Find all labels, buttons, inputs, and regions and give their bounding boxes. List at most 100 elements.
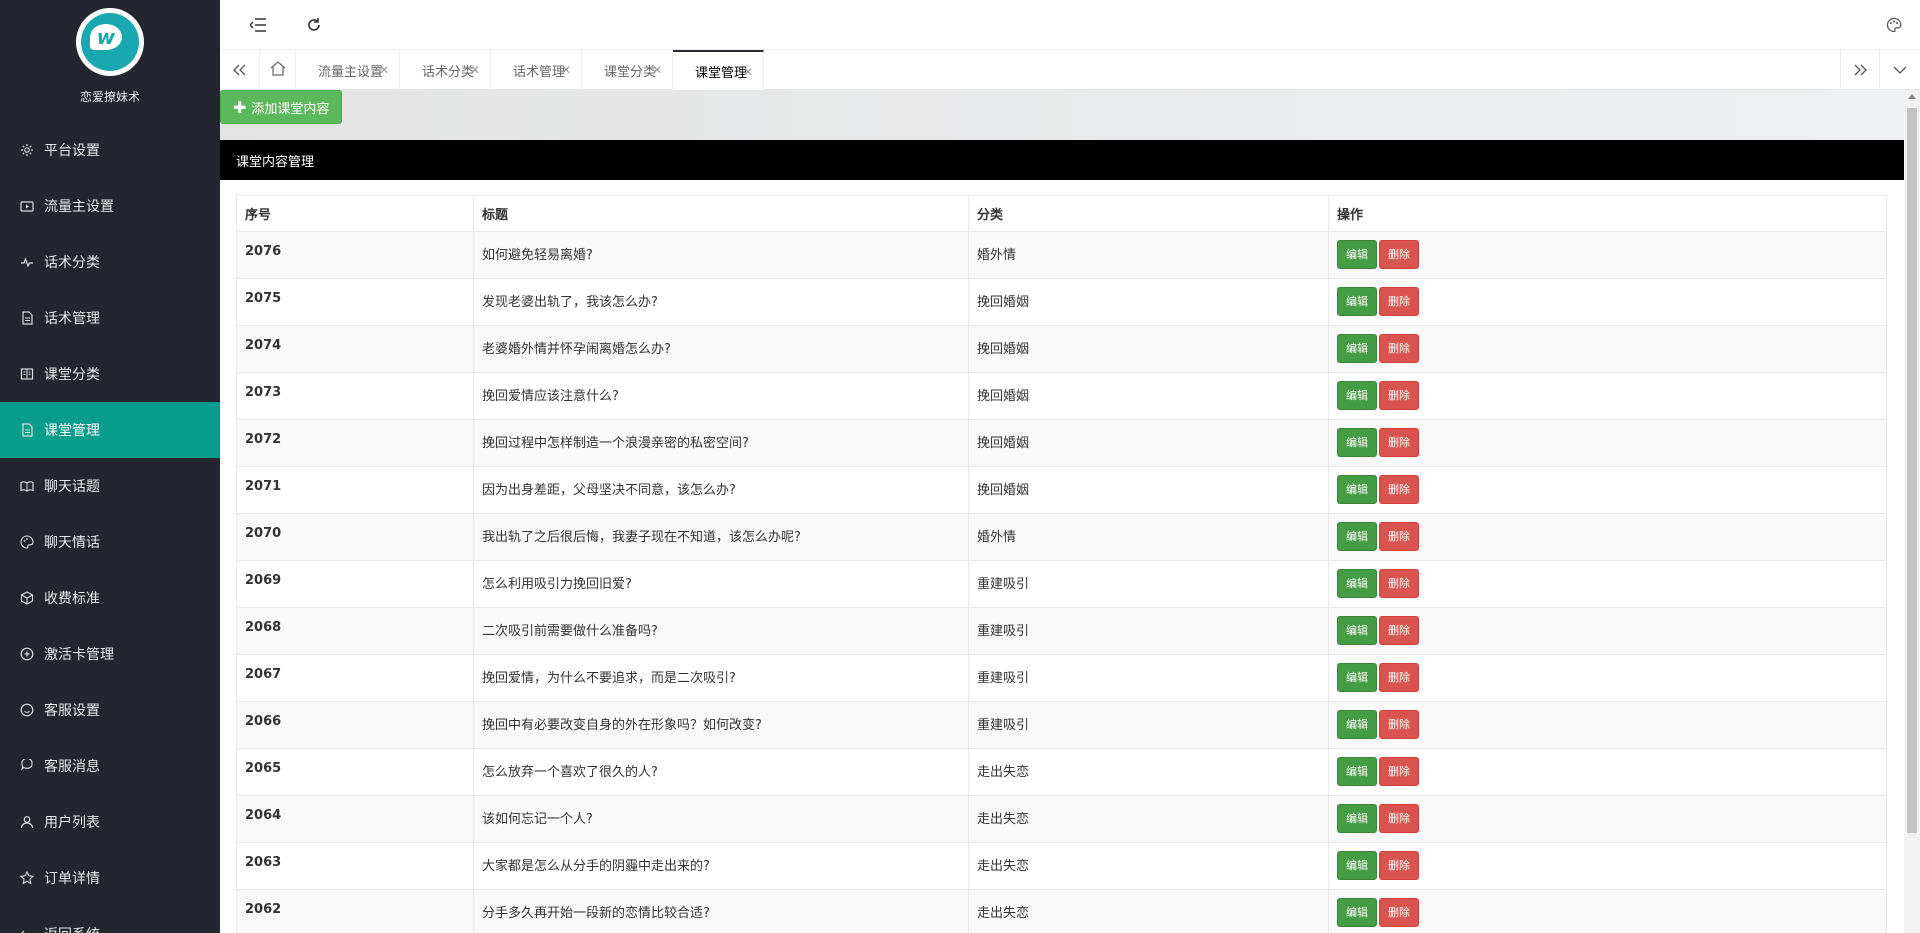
cell-actions: 编辑 删除 <box>1328 466 1887 514</box>
table-row: 2070 我出轨了之后很后悔，我妻子现在不知道，该怎么办呢? 婚外情 编辑 删除 <box>236 513 1887 561</box>
delete-button[interactable]: 删除 <box>1379 569 1419 598</box>
delete-button[interactable]: 删除 <box>1379 663 1419 692</box>
cell-actions: 编辑 删除 <box>1328 325 1887 373</box>
tab-label: 话术分类 <box>422 64 475 80</box>
sidebar-item-label: 聊天话题 <box>44 479 100 495</box>
delete-button[interactable]: 删除 <box>1379 287 1419 316</box>
cell-title: 挽回爱情应该注意什么? <box>473 372 969 420</box>
sidebar-item-label: 话术管理 <box>44 311 100 327</box>
cell-title: 发现老婆出轨了，我该怎么办? <box>473 278 969 326</box>
edit-button[interactable]: 编辑 <box>1337 569 1377 598</box>
delete-button[interactable]: 删除 <box>1379 757 1419 786</box>
document-icon <box>20 311 34 325</box>
chat-icon <box>20 759 34 773</box>
tab-scroll-left-icon[interactable] <box>220 50 260 90</box>
cell-title: 挽回中有必要改变自身的外在形象吗？如何改变? <box>473 701 969 749</box>
delete-button[interactable]: 删除 <box>1379 851 1419 880</box>
table-row: 2062 分手多久再开始一段新的恋情比较合适? 走出失恋 编辑 删除 <box>236 889 1887 933</box>
sidebar-item-7[interactable]: 聊天情话 <box>0 514 220 570</box>
close-icon[interactable]: ✕ <box>652 63 662 77</box>
close-icon[interactable]: ✕ <box>561 63 571 77</box>
edit-button[interactable]: 编辑 <box>1337 710 1377 739</box>
sidebar-item-11[interactable]: 客服消息 <box>0 738 220 794</box>
logo-icon: w <box>76 8 144 76</box>
sidebar-item-14[interactable]: 返回系统 <box>0 906 220 933</box>
page-scrollbar[interactable] <box>1904 90 1920 933</box>
tab-0[interactable]: 流量主设置 ✕ <box>296 50 400 90</box>
sidebar-item-2[interactable]: 话术分类 <box>0 234 220 290</box>
edit-button[interactable]: 编辑 <box>1337 616 1377 645</box>
cell-category: 婚外情 <box>968 513 1329 561</box>
sidebar-item-13[interactable]: 订单详情 <box>0 850 220 906</box>
sidebar-item-8[interactable]: 收费标准 <box>0 570 220 626</box>
sidebar-item-label: 收费标准 <box>44 591 100 607</box>
delete-button[interactable]: 删除 <box>1379 381 1419 410</box>
sidebar-item-12[interactable]: 用户列表 <box>0 794 220 850</box>
sidebar-item-5[interactable]: 课堂管理 <box>0 402 220 458</box>
close-icon[interactable]: ✕ <box>470 63 480 77</box>
table-row: 2069 怎么利用吸引力挽回旧爱? 重建吸引 编辑 删除 <box>236 560 1887 608</box>
tab-4[interactable]: 课堂管理 ✕ <box>673 50 764 90</box>
edit-button[interactable]: 编辑 <box>1337 287 1377 316</box>
tab-label: 课堂管理 <box>695 65 748 81</box>
tab-home[interactable] <box>260 50 296 90</box>
table-row: 2066 挽回中有必要改变自身的外在形象吗？如何改变? 重建吸引 编辑 删除 <box>236 701 1887 749</box>
sidebar-item-label: 平台设置 <box>44 143 100 159</box>
tab-2[interactable]: 话术管理 ✕ <box>491 50 582 90</box>
edit-button[interactable]: 编辑 <box>1337 381 1377 410</box>
delete-button[interactable]: 删除 <box>1379 334 1419 363</box>
close-icon[interactable]: ✕ <box>379 63 389 77</box>
refresh-icon[interactable] <box>302 13 326 37</box>
edit-button[interactable]: 编辑 <box>1337 898 1377 927</box>
sidebar-item-label: 客服消息 <box>44 759 100 775</box>
edit-button[interactable]: 编辑 <box>1337 804 1377 833</box>
delete-button[interactable]: 删除 <box>1379 710 1419 739</box>
delete-button[interactable]: 删除 <box>1379 616 1419 645</box>
cell-category: 走出失恋 <box>968 889 1329 933</box>
delete-button[interactable]: 删除 <box>1379 804 1419 833</box>
cell-id: 2068 <box>236 607 474 655</box>
edit-button[interactable]: 编辑 <box>1337 851 1377 880</box>
cell-title: 该如何忘记一个人? <box>473 795 969 843</box>
collapse-menu-icon[interactable] <box>246 13 270 37</box>
tab-label: 话术管理 <box>513 64 566 80</box>
scroll-thumb[interactable] <box>1907 108 1917 833</box>
delete-button[interactable]: 删除 <box>1379 428 1419 457</box>
cell-category: 走出失恋 <box>968 795 1329 843</box>
cell-category: 婚外情 <box>968 231 1329 279</box>
edit-button[interactable]: 编辑 <box>1337 240 1377 269</box>
tab-3[interactable]: 课堂分类 ✕ <box>582 50 673 90</box>
cell-category: 挽回婚姻 <box>968 278 1329 326</box>
add-lesson-button[interactable]: ✚ 添加课堂内容 <box>220 90 343 124</box>
tab-scroll-right-icon[interactable] <box>1840 50 1880 90</box>
delete-button[interactable]: 删除 <box>1379 475 1419 504</box>
edit-button[interactable]: 编辑 <box>1337 334 1377 363</box>
edit-button[interactable]: 编辑 <box>1337 428 1377 457</box>
sidebar-item-9[interactable]: 激活卡管理 <box>0 626 220 682</box>
sidebar-item-10[interactable]: 客服设置 <box>0 682 220 738</box>
cube-icon <box>20 591 34 605</box>
delete-button[interactable]: 删除 <box>1379 240 1419 269</box>
cell-id: 2067 <box>236 654 474 702</box>
sidebar-item-4[interactable]: 课堂分类 <box>0 346 220 402</box>
edit-button[interactable]: 编辑 <box>1337 757 1377 786</box>
delete-button[interactable]: 删除 <box>1379 898 1419 927</box>
header-title: 标题 <box>473 195 969 232</box>
scroll-up-icon[interactable] <box>1908 94 1916 99</box>
table-row: 2072 挽回过程中怎样制造一个浪漫亲密的私密空间? 挽回婚姻 编辑 删除 <box>236 419 1887 467</box>
sidebar-item-1[interactable]: 流量主设置 <box>0 178 220 234</box>
palette-icon <box>20 535 34 549</box>
edit-button[interactable]: 编辑 <box>1337 475 1377 504</box>
delete-button[interactable]: 删除 <box>1379 522 1419 551</box>
edit-button[interactable]: 编辑 <box>1337 522 1377 551</box>
cell-title: 大家都是怎么从分手的阴霾中走出来的? <box>473 842 969 890</box>
sidebar-item-label: 课堂管理 <box>44 423 100 439</box>
sidebar-item-6[interactable]: 聊天话题 <box>0 458 220 514</box>
edit-button[interactable]: 编辑 <box>1337 663 1377 692</box>
sidebar-item-3[interactable]: 话术管理 <box>0 290 220 346</box>
theme-icon[interactable] <box>1882 13 1906 37</box>
tab-menu-chevron-down-icon[interactable] <box>1880 50 1920 90</box>
tab-1[interactable]: 话术分类 ✕ <box>400 50 491 90</box>
sidebar-item-0[interactable]: 平台设置 <box>0 122 220 178</box>
close-icon[interactable]: ✕ <box>743 65 753 79</box>
